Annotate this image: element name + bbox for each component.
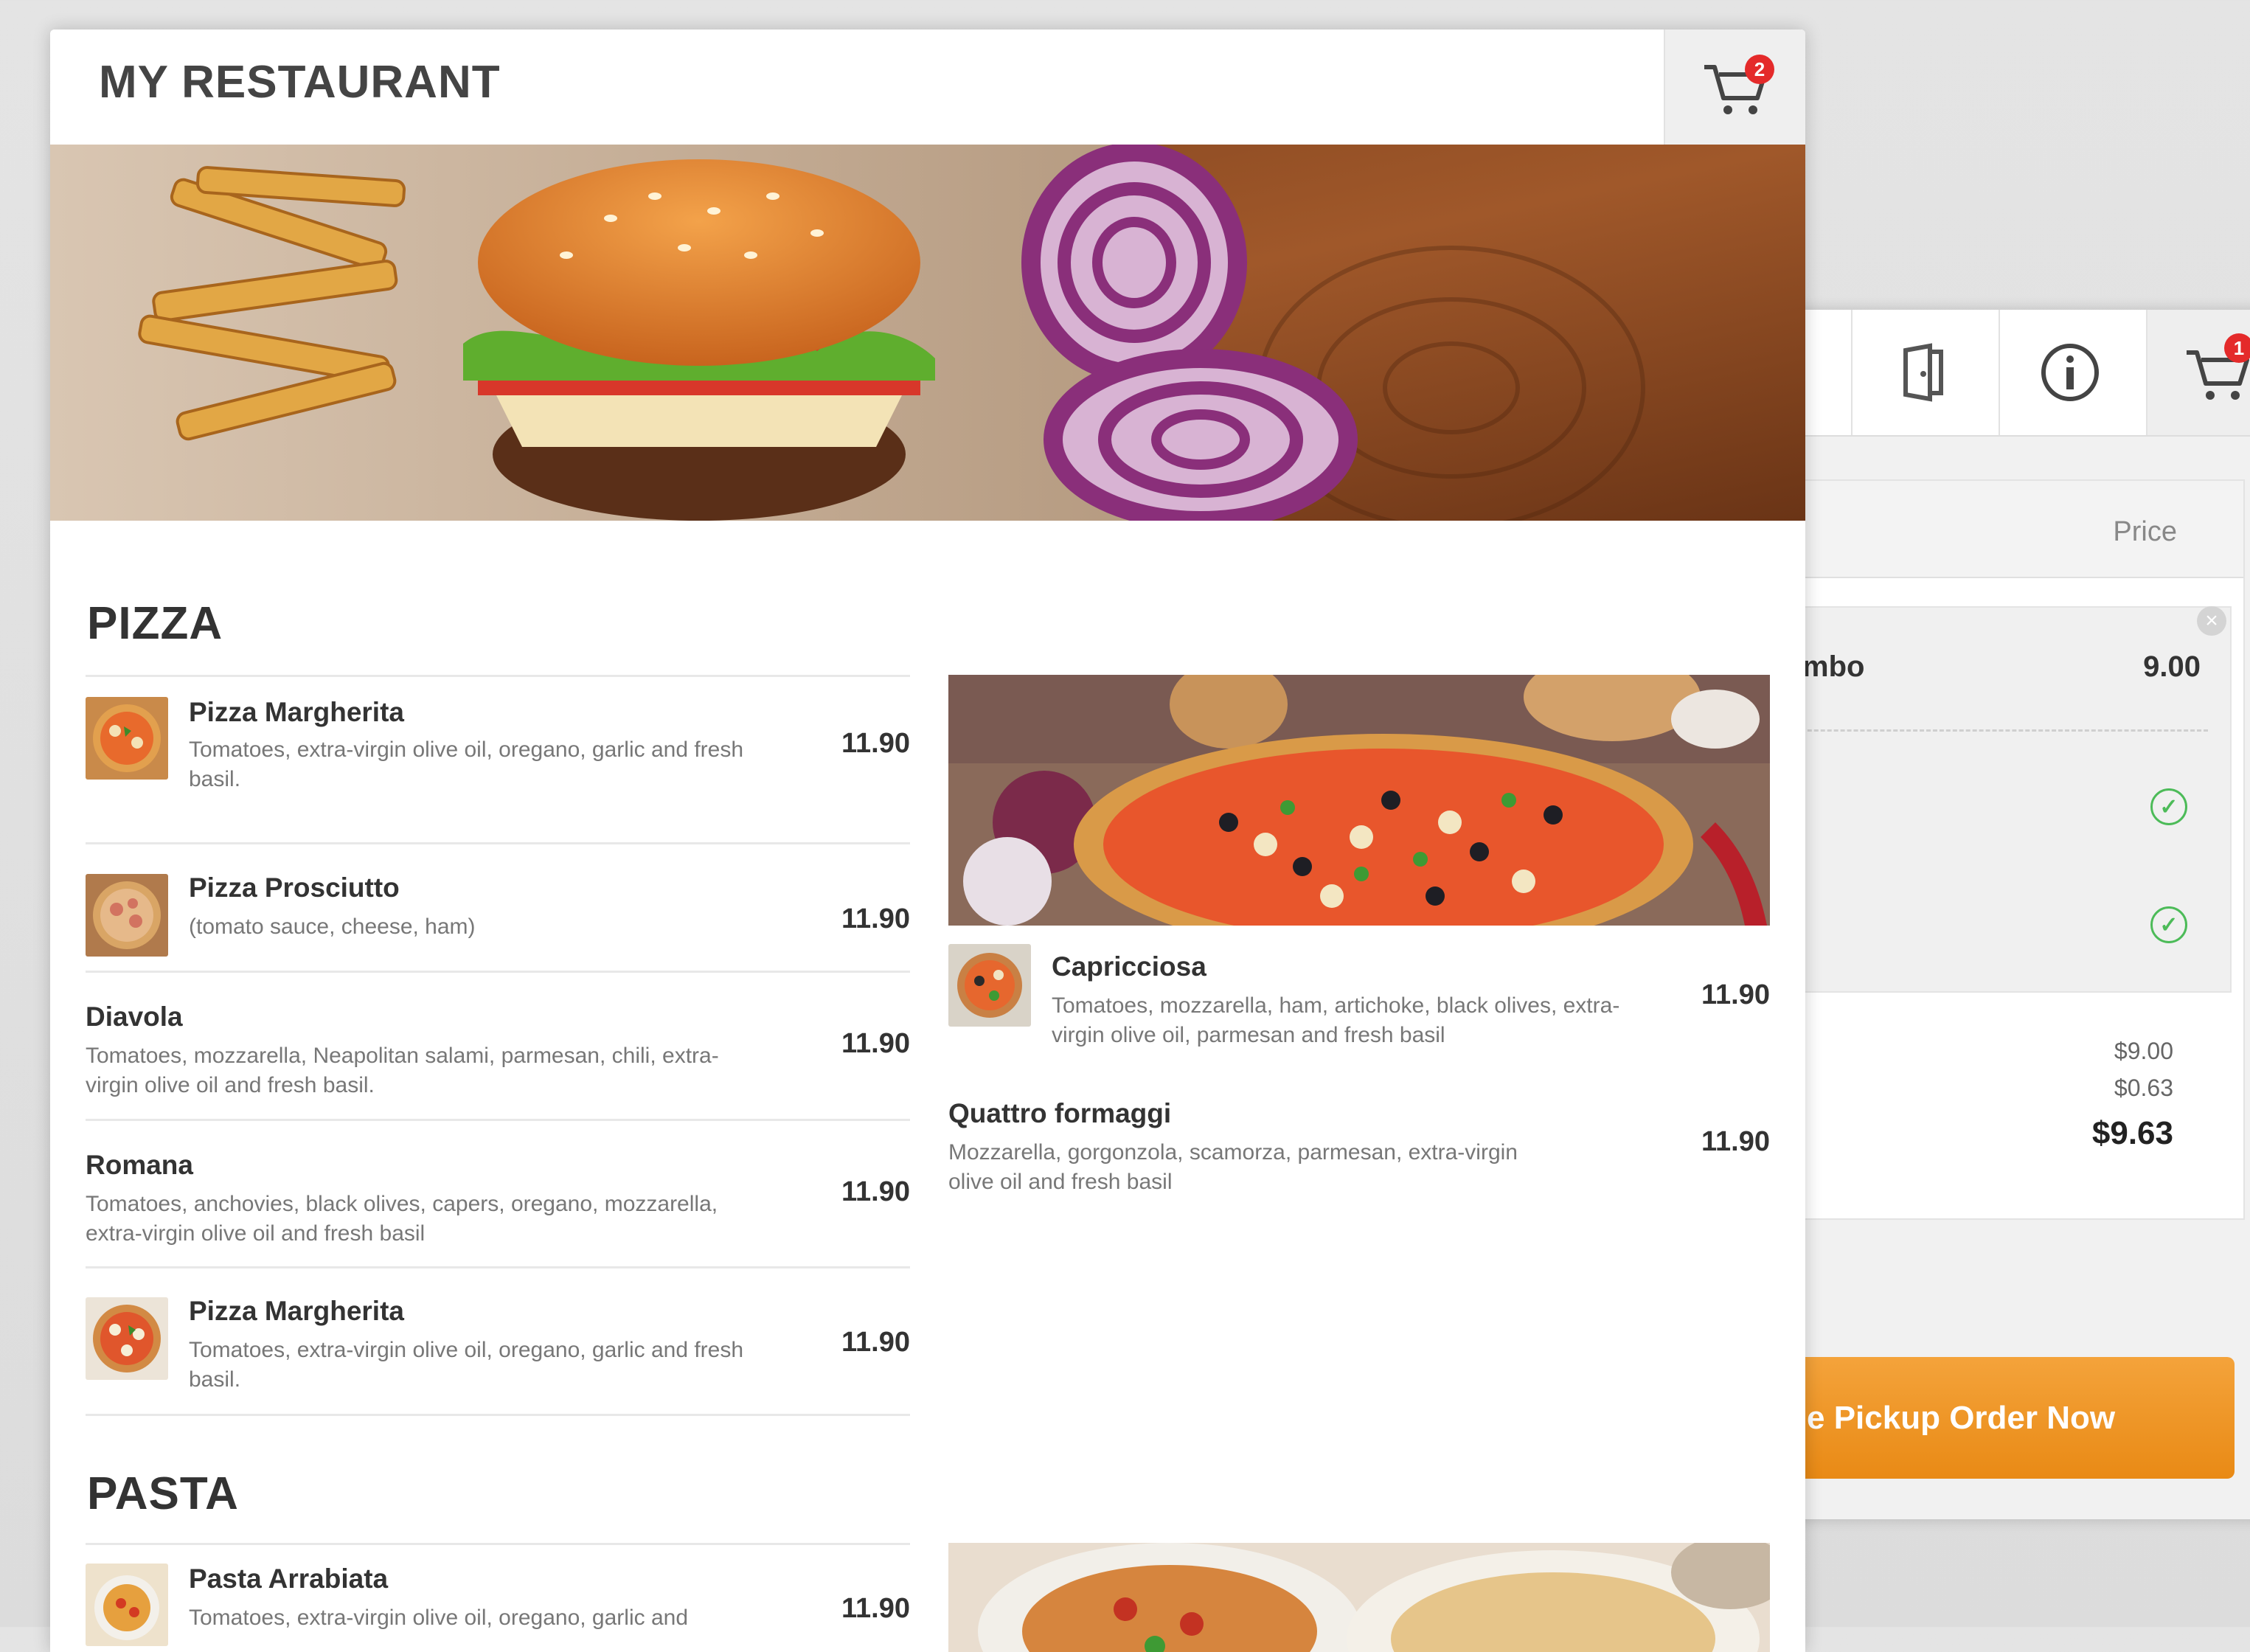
item-description: Tomatoes, mozzarella, ham, artichoke, bl…: [1052, 993, 1620, 1047]
item-price: 11.90: [841, 1028, 910, 1059]
header-cart-button[interactable]: 2: [1664, 30, 1805, 145]
divider: [1788, 729, 2208, 732]
pickup-order-button[interactable]: e Pickup Order Now: [1785, 1357, 2235, 1479]
item-name: Pizza Prosciutto: [189, 872, 400, 903]
pasta-photo: [948, 1543, 1770, 1652]
item-price: 11.90: [841, 728, 910, 759]
menu-item[interactable]: Pizza Prosciutto (tomato sauce, cheese, …: [86, 844, 910, 970]
item-name: Pizza Margherita: [189, 697, 404, 727]
price-column-label: Price: [2113, 516, 2177, 547]
item-price: 11.90: [841, 1593, 910, 1624]
item-price: 11.90: [841, 1176, 910, 1207]
divider: [86, 1414, 910, 1416]
restaurant-title: MY RESTAURANT: [99, 57, 501, 108]
door-icon: [1903, 343, 1943, 402]
cart-count-badge: 1: [2224, 333, 2250, 363]
item-description: Tomatoes, anchovies, black olives, caper…: [86, 1192, 718, 1246]
item-thumbnail: [86, 1564, 168, 1646]
cart-item-name: mbo: [1802, 650, 1865, 683]
item-name: Pasta Arrabiata: [189, 1564, 389, 1594]
menu-item[interactable]: Romana Tomatoes, anchovies, black olives…: [86, 1119, 910, 1266]
cart-count-badge: 2: [1745, 55, 1774, 84]
cart-item-price: 9.00: [2143, 650, 2201, 683]
door-button[interactable]: [1851, 310, 1993, 435]
item-description: Tomatoes, extra-virgin olive oil, oregan…: [189, 1338, 744, 1392]
item-price: 11.90: [1701, 979, 1770, 1010]
check-icon: ✓: [2150, 906, 2187, 943]
burger-banner-image: [50, 145, 1805, 521]
item-name: Diavola: [86, 1002, 183, 1032]
section-title-pasta: PASTA: [87, 1468, 239, 1519]
divider: [86, 675, 910, 677]
item-price: 11.90: [1701, 1126, 1770, 1157]
menu-item[interactable]: Pizza Margherita Tomatoes, extra-virgin …: [86, 1266, 910, 1414]
cart-table-header: Price: [1786, 481, 2243, 578]
item-description: Tomatoes, mozzarella, Neapolitan salami,…: [86, 1044, 719, 1097]
menu-item[interactable]: Pizza Margherita Tomatoes, extra-virgin …: [86, 697, 910, 837]
app-header: MY RESTAURANT 2: [50, 30, 1805, 146]
item-thumbnail: [86, 1297, 168, 1380]
close-icon[interactable]: ×: [2197, 606, 2226, 636]
item-thumbnail: [948, 944, 1031, 1027]
item-description: Tomatoes, extra-virgin olive oil, oregan…: [189, 1606, 689, 1630]
cart-button[interactable]: 1: [2146, 310, 2250, 435]
item-price: 11.90: [841, 903, 910, 934]
menu-item[interactable]: Capricciosa Tomatoes, mozzarella, ham, a…: [948, 944, 1770, 1084]
item-description: (tomato sauce, cheese, ham): [189, 914, 476, 939]
info-button[interactable]: [1999, 310, 2140, 435]
menu-item[interactable]: Quattro formaggi Mozzarella, gorgonzola,…: [948, 1095, 1770, 1235]
item-name: Quattro formaggi: [948, 1098, 1172, 1128]
info-icon: [2041, 344, 2099, 401]
item-name: Pizza Margherita: [189, 1296, 404, 1326]
item-name: Capricciosa: [1052, 951, 1206, 982]
total-value: $9.63: [2091, 1115, 2173, 1151]
cart-window: 1 Price × mbo 9.00 ✓ ✓ $9.00 $0.63 $9.63…: [1785, 310, 2250, 1519]
menu-item[interactable]: Pasta Arrabiata Tomatoes, extra-virgin o…: [86, 1564, 910, 1652]
item-price: 11.90: [841, 1327, 910, 1358]
cart-panel: Price × mbo 9.00 ✓ ✓ $9.00 $0.63 $9.63: [1785, 479, 2245, 1220]
item-description: Tomatoes, extra-virgin olive oil, oregan…: [189, 738, 744, 791]
item-name: Romana: [86, 1150, 193, 1180]
subtotal-value: $9.00: [2114, 1038, 2173, 1064]
divider: [86, 1543, 910, 1545]
cart-toolbar: 1: [1785, 310, 2250, 437]
menu-window: MY RESTAURANT 2 PIZZA Pizza Margherita T…: [50, 30, 1805, 1652]
hero-banner: [50, 145, 1805, 521]
item-description: Mozzarella, gorgonzola, scamorza, parmes…: [948, 1140, 1518, 1194]
item-thumbnail: [86, 874, 168, 957]
pizza-photo: [948, 675, 1770, 926]
item-thumbnail: [86, 697, 168, 780]
tax-value: $0.63: [2114, 1075, 2173, 1101]
cart-item: × mbo 9.00 ✓ ✓: [1786, 606, 2232, 993]
section-title-pizza: PIZZA: [87, 598, 223, 649]
menu-item[interactable]: Diavola Tomatoes, mozzarella, Neapolitan…: [86, 971, 910, 1118]
check-icon: ✓: [2150, 788, 2187, 825]
